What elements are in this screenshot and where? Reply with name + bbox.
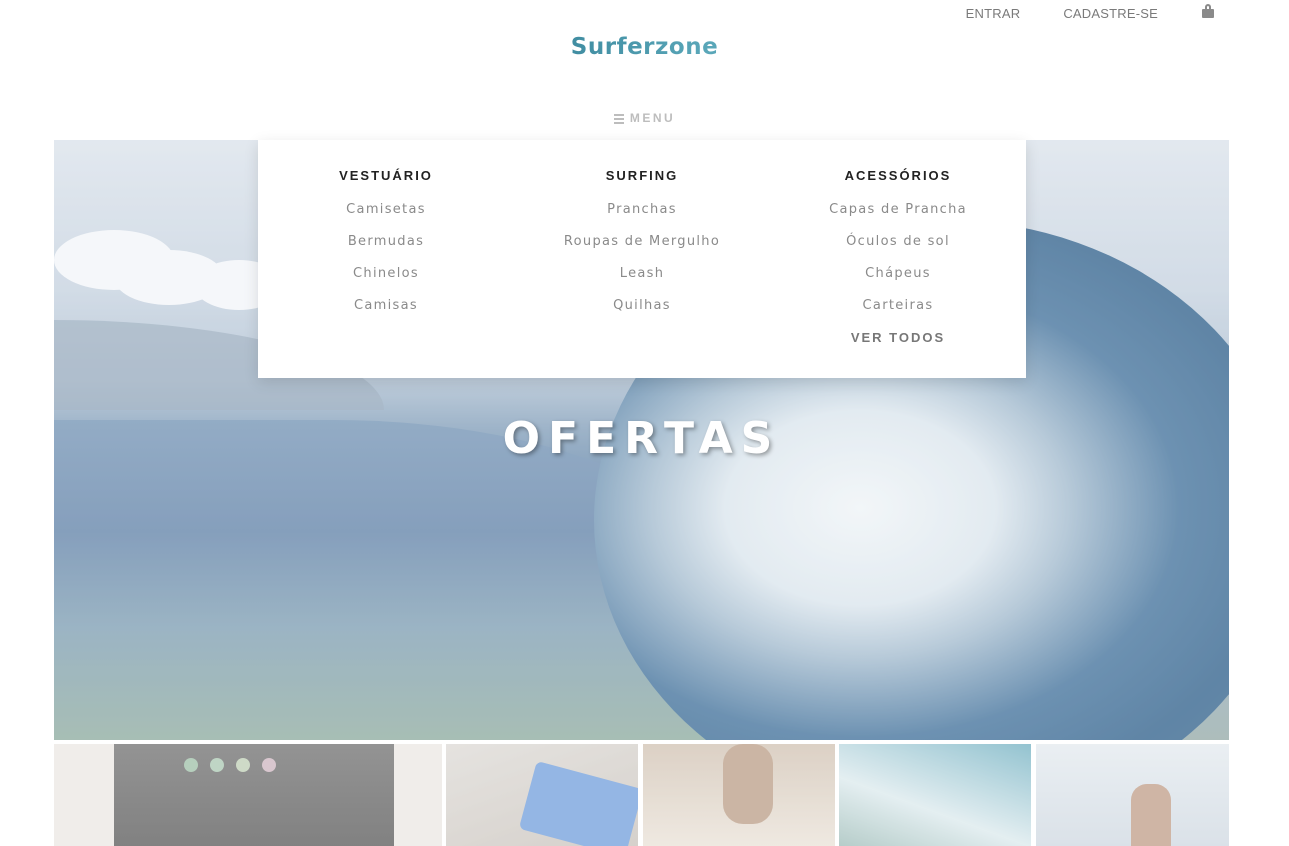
menu-item-bermudas[interactable]: Bermudas [258, 232, 514, 264]
menu-label: MENU [629, 111, 676, 125]
category-thumbnails [54, 744, 1229, 846]
menu-item-quilhas[interactable]: Quilhas [514, 296, 770, 328]
menu-item-carteiras[interactable]: Carteiras [770, 296, 1026, 328]
login-link[interactable]: ENTRAR [966, 6, 1021, 21]
menu-column-title[interactable]: ACESSÓRIOS [770, 168, 1026, 183]
menu-item-oculos-de-sol[interactable]: Óculos de sol [770, 232, 1026, 264]
menu-toggle-button[interactable]: MENU [0, 111, 1289, 125]
mega-menu-dropdown: VESTUÁRIO Camisetas Bermudas Chinelos Ca… [258, 140, 1026, 378]
category-thumbnail-tshirt[interactable] [54, 744, 442, 846]
menu-item-leash[interactable]: Leash [514, 264, 770, 296]
category-thumbnail-leash[interactable] [643, 744, 835, 846]
site-logo[interactable]: Surferzone [0, 34, 1289, 60]
menu-column-title[interactable]: SURFING [514, 168, 770, 183]
menu-column-title[interactable]: VESTUÁRIO [258, 168, 514, 183]
hamburger-icon [613, 114, 624, 124]
signup-link[interactable]: CADASTRE-SE [1063, 6, 1158, 21]
hero-title: OFERTAS [502, 413, 781, 464]
category-thumbnail-surfing[interactable] [839, 744, 1031, 846]
menu-item-camisetas[interactable]: Camisetas [258, 200, 514, 232]
menu-item-capas-de-prancha[interactable]: Capas de Prancha [770, 200, 1026, 232]
menu-item-pranchas[interactable]: Pranchas [514, 200, 770, 232]
top-utility-bar: ENTRAR CADASTRE-SE [923, 0, 1215, 26]
menu-item-roupas-de-mergulho[interactable]: Roupas de Mergulho [514, 232, 770, 264]
see-all-link[interactable]: VER TODOS [770, 328, 1026, 360]
category-thumbnail-board-wax[interactable] [446, 744, 638, 846]
menu-column-surfing: SURFING Pranchas Roupas de Mergulho Leas… [514, 140, 770, 378]
menu-item-camisas[interactable]: Camisas [258, 296, 514, 328]
menu-item-chinelos[interactable]: Chinelos [258, 264, 514, 296]
menu-item-chapeus[interactable]: Chápeus [770, 264, 1026, 296]
menu-column-acessorios: ACESSÓRIOS Capas de Prancha Óculos de so… [770, 140, 1026, 378]
menu-column-vestuario: VESTUÁRIO Camisetas Bermudas Chinelos Ca… [258, 140, 514, 378]
shopping-bag-icon[interactable] [1201, 4, 1215, 18]
category-thumbnail-surfer[interactable] [1036, 744, 1229, 846]
